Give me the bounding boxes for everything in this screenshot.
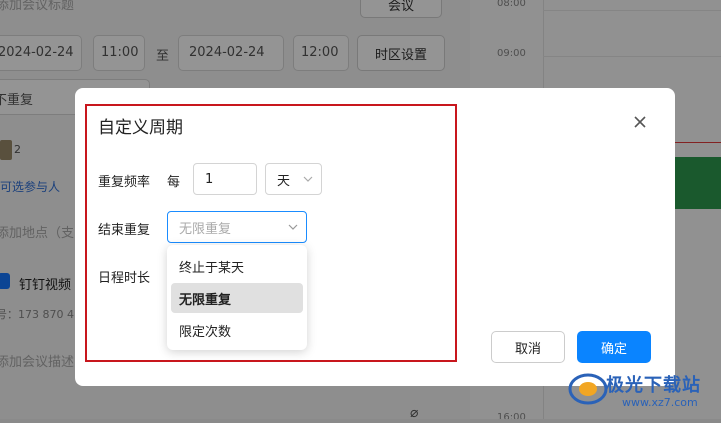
cancel-button[interactable]: 取消 <box>491 331 565 363</box>
watermark-url: www.xz7.com <box>622 396 698 409</box>
annotation-highlight-box <box>85 104 457 362</box>
close-icon[interactable] <box>630 112 650 132</box>
cancel-button-label: 取消 <box>514 341 541 357</box>
confirm-button-label: 确定 <box>600 341 627 357</box>
confirm-button[interactable]: 确定 <box>577 331 651 363</box>
watermark-text: 极光下载站 <box>606 375 701 396</box>
